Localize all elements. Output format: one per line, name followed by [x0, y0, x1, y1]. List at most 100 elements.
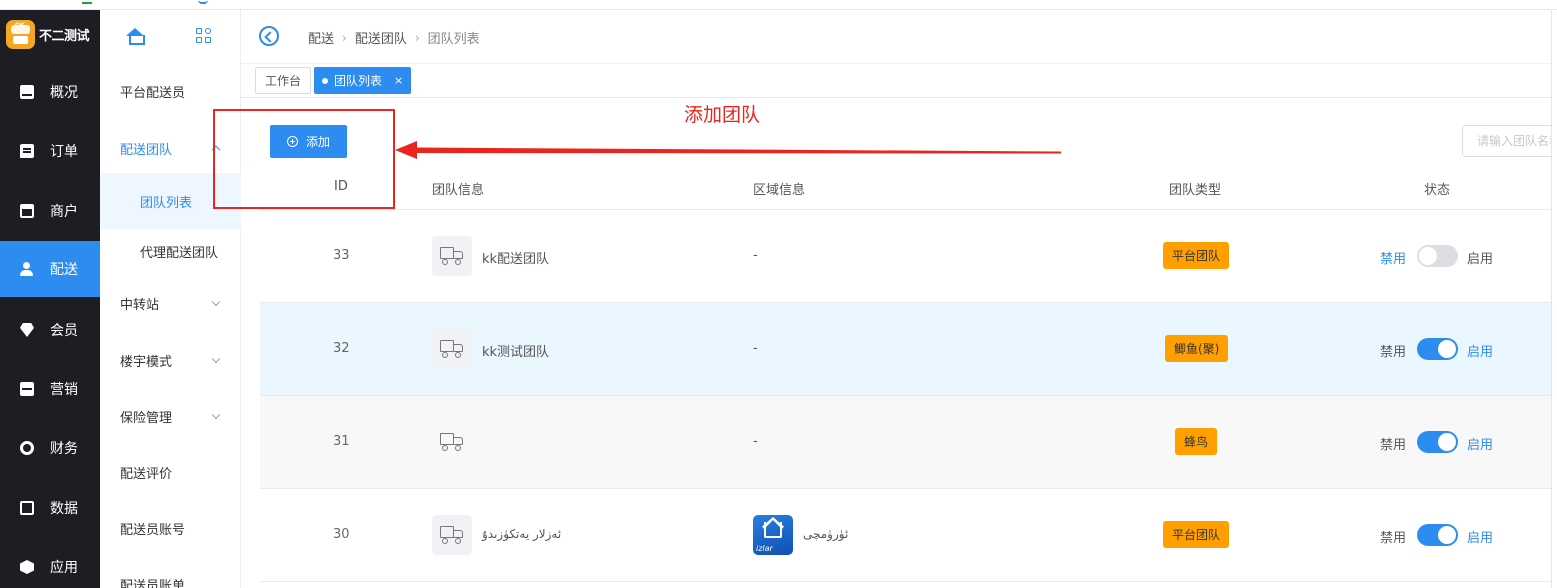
add-team-button[interactable]: 添加 — [270, 125, 347, 158]
tab-team-list[interactable]: 团队列表 × — [314, 67, 412, 94]
subnav-item-transfer-station[interactable]: 中转站 — [100, 275, 241, 331]
annotation-arrow-icon — [395, 141, 1061, 159]
team-type-badge: 平台团队 — [1163, 242, 1230, 269]
truck-icon — [432, 422, 472, 462]
back-arrow-icon[interactable] — [259, 26, 279, 46]
chevron-down-icon — [211, 297, 221, 307]
region-info: - — [753, 248, 758, 263]
tab-label: 工作台 — [265, 74, 302, 88]
grid-icon[interactable] — [196, 28, 212, 44]
brand[interactable]: OK 不二测试 — [0, 10, 100, 58]
team-search-input[interactable] — [1462, 125, 1557, 157]
rail-item-label: 订单 — [50, 144, 78, 160]
truck-icon — [432, 329, 472, 369]
rail-item-apps[interactable]: 应用 — [0, 539, 100, 588]
breadcrumb-separator-icon: › — [414, 30, 420, 45]
add-button-label: 添加 — [305, 135, 330, 149]
rail-item-label: 数据 — [50, 501, 78, 517]
active-dot-icon — [322, 77, 328, 84]
status-toggle[interactable] — [1417, 245, 1458, 267]
subnav-item-label: 配送团队 — [120, 142, 173, 158]
main-sidebar: OK 不二测试 概况 订单 商户 配送 会员 营销 财务 数据 应用 — [0, 10, 100, 588]
column-header-type: 团队类型 — [1169, 183, 1222, 198]
close-icon[interactable]: × — [394, 74, 403, 87]
data-icon — [20, 501, 34, 515]
breadcrumb-separator-icon: › — [342, 30, 347, 45]
subnav-item-building-mode[interactable]: 楼宇模式 — [100, 332, 241, 388]
rail-item-label: 会员 — [50, 323, 78, 339]
table-row[interactable]: 30 ئەزلار يەتكۈزىدۇ izlar ئۈرۈمچى 平台团队 禁… — [260, 489, 1557, 582]
subnav-item-label: 保险管理 — [120, 410, 173, 426]
tab-workbench[interactable]: 工作台 — [255, 67, 312, 94]
column-header-id: ID — [334, 179, 348, 194]
delivery-user-icon — [20, 262, 34, 276]
disable-label[interactable]: 禁用 — [1380, 341, 1406, 360]
rail-item-orders[interactable]: 订单 — [0, 123, 100, 179]
row-id: 32 — [333, 341, 350, 356]
disable-label[interactable]: 禁用 — [1380, 527, 1406, 546]
subnav-item-label: 配送评价 — [120, 466, 173, 482]
region-info: ئۈرۈمچى — [803, 527, 849, 541]
subnav-item-label: 配送员账单 — [120, 578, 186, 588]
sub-sidebar: 平台配送员 配送团队 团队列表 代理配送团队 中转站 楼宇模式 保险管理 配送评… — [100, 10, 241, 588]
enable-label[interactable]: 启用 — [1467, 248, 1493, 267]
status-toggle[interactable] — [1417, 431, 1458, 453]
subnav-header — [100, 10, 241, 62]
rail-item-data[interactable]: 数据 — [0, 480, 100, 536]
table-row[interactable]: 33 kk配送团队 - 平台团队 禁用 启用 — [260, 210, 1557, 303]
rail-item-merchants[interactable]: 商户 — [0, 183, 100, 239]
rail-item-label: 概况 — [50, 85, 78, 101]
team-name: kk配送团队 — [482, 252, 550, 267]
rail-item-label: 配送 — [50, 262, 78, 278]
rail-item-overview[interactable]: 概况 — [0, 64, 100, 120]
finance-icon — [20, 441, 34, 455]
subnav-item-label: 配送员账号 — [120, 522, 186, 538]
order-icon — [20, 144, 34, 158]
strip-mark-green — [82, 0, 92, 4]
disable-label[interactable]: 禁用 — [1380, 434, 1406, 453]
rail-item-delivery[interactable]: 配送 — [0, 241, 100, 297]
rail-item-marketing[interactable]: 营销 — [0, 361, 100, 417]
enable-label[interactable]: 启用 — [1467, 341, 1493, 360]
browser-top-strip — [0, 0, 1557, 10]
brand-logo-icon: OK — [6, 19, 35, 49]
subnav-item-courier-bill[interactable]: 配送员账单 — [100, 556, 241, 588]
enable-label[interactable]: 启用 — [1467, 527, 1493, 546]
rail-item-label: 应用 — [50, 560, 78, 576]
row-id: 33 — [333, 248, 350, 263]
home-icon[interactable] — [126, 28, 145, 45]
subnav-item-label: 团队列表 — [140, 195, 193, 211]
brand-name: 不二测试 — [39, 28, 90, 44]
status-toggle[interactable] — [1417, 524, 1458, 546]
rail-item-label: 营销 — [50, 382, 78, 398]
column-header-status: 状态 — [1424, 183, 1451, 198]
breadcrumb-item[interactable]: 配送团队 — [355, 28, 407, 47]
region-info: - — [753, 434, 758, 449]
enable-label[interactable]: 启用 — [1467, 434, 1493, 453]
table-row[interactable]: 31 - 蜂鸟 禁用 启用 — [260, 396, 1557, 489]
subnav-item-agent-team[interactable]: 代理配送团队 — [100, 223, 241, 279]
status-toggle[interactable] — [1417, 338, 1458, 360]
breadcrumb-item[interactable]: 配送 — [308, 28, 334, 47]
column-header-team: 团队信息 — [432, 183, 485, 198]
subnav-item-label: 代理配送团队 — [140, 245, 219, 261]
table-row[interactable]: 32 kk测试团队 - 鲫鱼(聚) 禁用 启用 — [260, 303, 1557, 396]
team-type-badge: 鲫鱼(聚) — [1165, 335, 1229, 362]
region-logo-icon: izlar — [753, 515, 793, 555]
page-tabs: 工作台 团队列表 × — [241, 64, 1557, 98]
team-type-badge: 蜂鸟 — [1175, 428, 1218, 455]
chevron-down-icon — [211, 354, 221, 364]
subnav-item-insurance[interactable]: 保险管理 — [100, 388, 241, 444]
store-icon — [20, 204, 34, 218]
team-type-badge: 平台团队 — [1163, 521, 1230, 548]
rail-item-label: 财务 — [50, 441, 78, 457]
chevron-down-icon — [211, 410, 221, 420]
member-gem-icon — [20, 323, 34, 337]
rail-item-members[interactable]: 会员 — [0, 302, 100, 358]
disable-label[interactable]: 禁用 — [1380, 248, 1406, 267]
rail-item-finance[interactable]: 财务 — [0, 420, 100, 476]
subnav-item-courier-account[interactable]: 配送员账号 — [100, 500, 241, 556]
strip-mark-blue — [198, 0, 208, 4]
subnav-item-reviews[interactable]: 配送评价 — [100, 444, 241, 500]
table-header: ID 团队信息 区域信息 团队类型 状态 — [260, 165, 1557, 210]
